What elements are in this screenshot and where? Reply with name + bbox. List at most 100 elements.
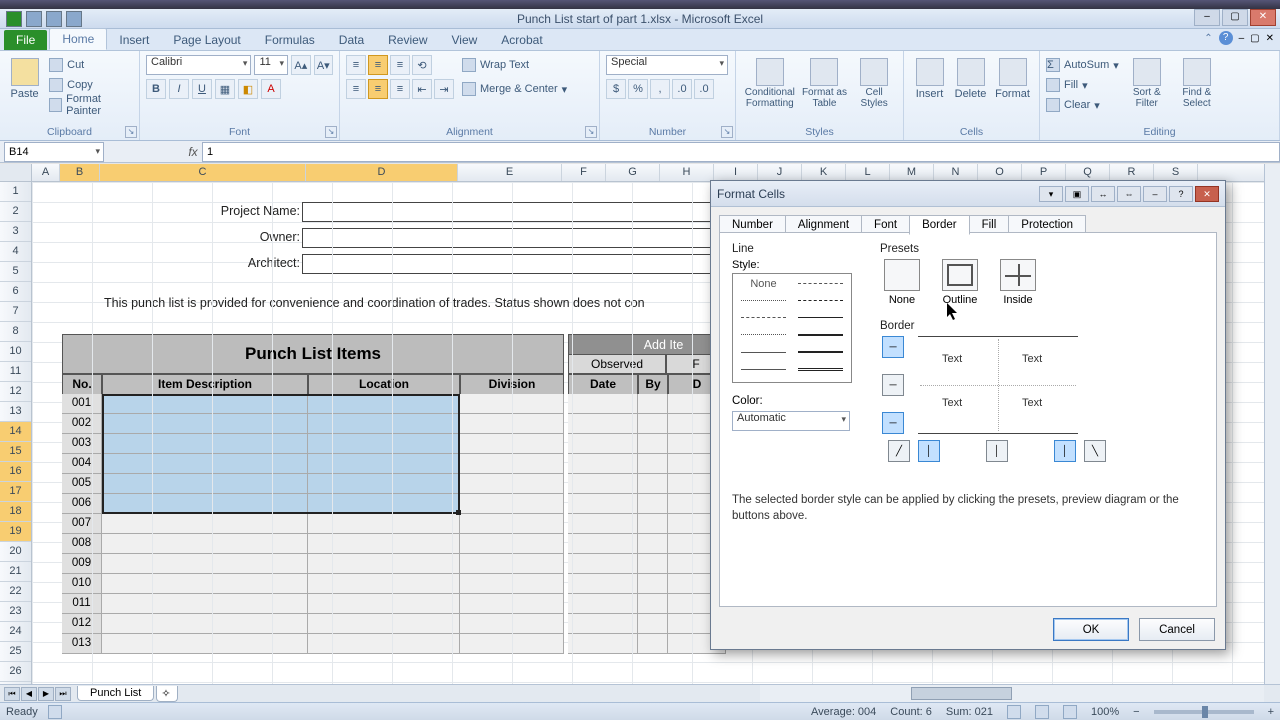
wrap-text-button[interactable]: Wrap Text [462,55,567,75]
row-header-22[interactable]: 22 [0,582,31,602]
ok-button[interactable]: OK [1053,618,1129,641]
cell-item-desc[interactable] [102,414,308,434]
fill-color-button[interactable]: ◧ [238,79,258,99]
currency-icon[interactable]: $ [606,79,626,99]
row-header-14[interactable]: 14 [0,422,31,442]
row-header-3[interactable]: 3 [0,222,31,242]
font-launcher[interactable]: ↘ [325,126,337,138]
border-hmiddle-button[interactable]: ─ [882,374,904,396]
cell-no[interactable]: 001 [62,394,102,414]
col-header-P[interactable]: P [1022,164,1066,181]
dialog-opt1[interactable]: ▾ [1039,186,1063,202]
cell-no[interactable]: 009 [62,554,102,574]
table-row[interactable]: 002 [62,414,726,434]
col-header-Q[interactable]: Q [1066,164,1110,181]
cell-date[interactable] [568,634,638,654]
cell-by[interactable] [638,414,668,434]
border-left-button[interactable]: │ [918,440,940,462]
table-row[interactable]: 008 [62,534,726,554]
cell-date[interactable] [568,614,638,634]
name-box[interactable]: B14 [4,142,104,162]
cell-item-desc[interactable] [102,594,308,614]
cell-item-desc[interactable] [102,534,308,554]
col-header-M[interactable]: M [890,164,934,181]
decrease-font-icon[interactable]: A▾ [314,55,333,75]
border-bottom-button[interactable]: ─ [882,412,904,434]
new-sheet-tab[interactable]: ✧ [156,686,178,702]
row-header-16[interactable]: 16 [0,462,31,482]
workbook-close-icon[interactable]: ✕ [1266,33,1274,44]
col-header-K[interactable]: K [802,164,846,181]
row-header-12[interactable]: 12 [0,382,31,402]
col-header-L[interactable]: L [846,164,890,181]
clear-button[interactable]: Clear ▾ [1046,95,1119,115]
cell-location[interactable] [308,474,460,494]
border-diag-up-button[interactable]: ╱ [888,440,910,462]
row-header-20[interactable]: 20 [0,542,31,562]
row-header-18[interactable]: 18 [0,502,31,522]
sheet-nav-first[interactable]: ⏮ [4,687,20,701]
dialog-opt2[interactable]: ▣ [1065,186,1089,202]
delete-cells-button[interactable]: Delete [951,55,990,117]
format-cells-button[interactable]: Format [992,55,1033,117]
help-icon[interactable]: ? [1219,31,1233,45]
decrease-indent-icon[interactable]: ⇤ [412,79,432,99]
cell-date[interactable] [568,454,638,474]
cell-item-desc[interactable] [102,514,308,534]
tab-formulas[interactable]: Formulas [253,30,327,50]
cell-by[interactable] [638,434,668,454]
tab-view[interactable]: View [440,30,490,50]
workbook-minimize-icon[interactable]: – [1239,33,1245,44]
cell-date[interactable] [568,414,638,434]
cell-by[interactable] [638,454,668,474]
row-header-7[interactable]: 7 [0,302,31,322]
cell-division[interactable] [460,594,564,614]
zoom-slider[interactable] [1154,710,1254,714]
line-style-list[interactable]: None [732,273,852,383]
cell-location[interactable] [308,534,460,554]
conditional-formatting-button[interactable]: Conditional Formatting [742,55,798,117]
col-header-O[interactable]: O [978,164,1022,181]
cell-location[interactable] [308,414,460,434]
cancel-button[interactable]: Cancel [1139,618,1215,641]
table-row[interactable]: 006 [62,494,726,514]
cell-location[interactable] [308,614,460,634]
font-size-combo[interactable]: 11 [254,55,288,75]
cell-no[interactable]: 007 [62,514,102,534]
cell-date[interactable] [568,434,638,454]
dialog-close-button[interactable]: ✕ [1195,186,1219,202]
orientation-icon[interactable]: ⟲ [412,55,432,75]
cell-division[interactable] [460,614,564,634]
row-header-17[interactable]: 17 [0,482,31,502]
cell-location[interactable] [308,434,460,454]
cell-by[interactable] [638,394,668,414]
sheet-nav-prev[interactable]: ◀ [21,687,37,701]
col-header-R[interactable]: R [1110,164,1154,181]
cell-by[interactable] [638,574,668,594]
alignment-launcher[interactable]: ↘ [585,126,597,138]
cell-by[interactable] [638,634,668,654]
table-row[interactable]: 003 [62,434,726,454]
border-right-button[interactable]: │ [1054,440,1076,462]
cell-division[interactable] [460,394,564,414]
cell-location[interactable] [308,394,460,414]
border-preview[interactable]: Text Text Text Text [918,336,1078,434]
view-normal-icon[interactable] [1007,705,1021,719]
project-name-field[interactable] [302,202,722,222]
file-tab[interactable]: File [4,30,47,50]
cell-division[interactable] [460,534,564,554]
border-diag-down-button[interactable]: ╲ [1084,440,1106,462]
row-header-8[interactable]: 8 [0,322,31,342]
cell-no[interactable]: 004 [62,454,102,474]
cell-item-desc[interactable] [102,494,308,514]
insert-cells-button[interactable]: Insert [910,55,949,117]
cell-no[interactable]: 011 [62,594,102,614]
preset-none-button[interactable]: None [880,259,924,306]
row-header-11[interactable]: 11 [0,362,31,382]
cell-item-desc[interactable] [102,554,308,574]
align-center-icon[interactable]: ≡ [368,79,388,99]
vertical-scrollbar[interactable] [1264,164,1280,684]
row-header-26[interactable]: 26 [0,662,31,682]
italic-button[interactable]: I [169,79,189,99]
cell-item-desc[interactable] [102,434,308,454]
